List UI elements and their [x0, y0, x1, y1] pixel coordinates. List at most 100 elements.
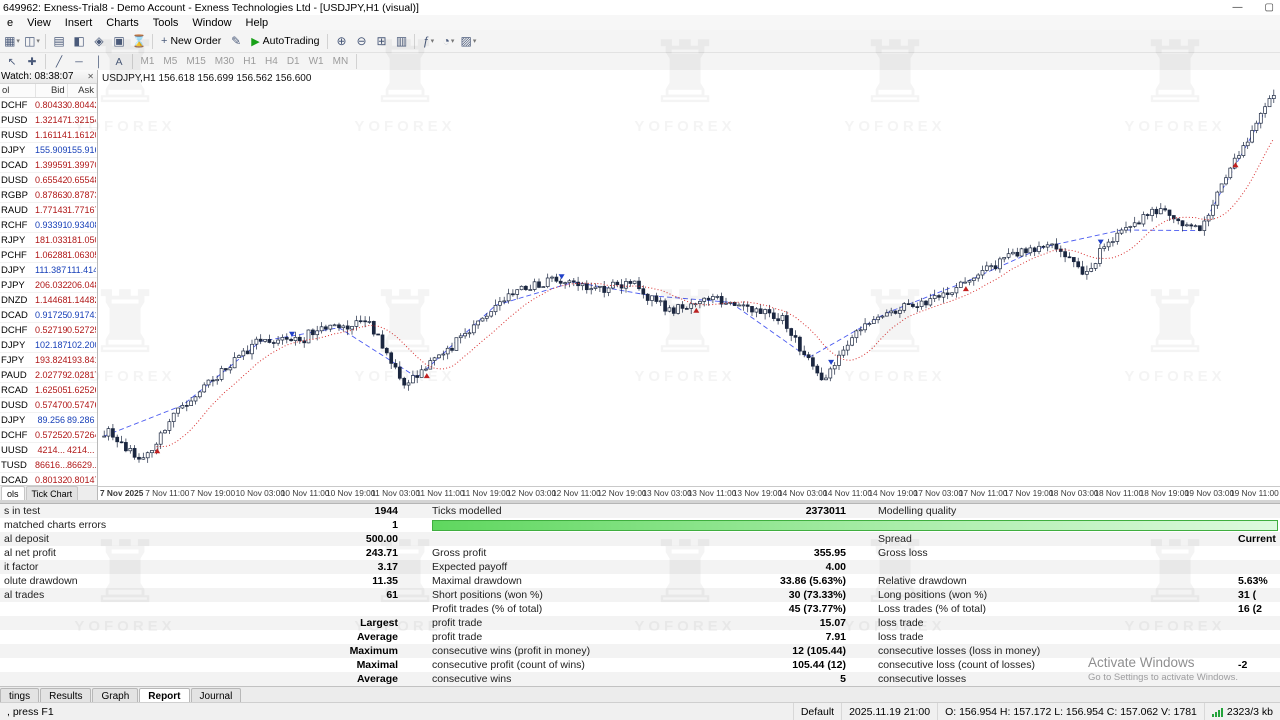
templates-icon[interactable]: ▨▾: [459, 32, 477, 50]
market-watch-row[interactable]: FJPY193.824193.841: [0, 353, 97, 368]
market-watch-row[interactable]: DCAD0.917250.91741: [0, 308, 97, 323]
menu-item-insert[interactable]: Insert: [58, 17, 100, 29]
metaeditor-icon[interactable]: ✎: [227, 32, 245, 50]
minimize-button[interactable]: —: [1233, 0, 1243, 15]
market-watch-row[interactable]: RJPY181.033181.050: [0, 233, 97, 248]
timeframe-h1[interactable]: H1: [239, 55, 261, 69]
crosshair-icon[interactable]: ✚: [23, 55, 41, 69]
timeframe-mn[interactable]: MN: [328, 55, 353, 69]
text-tool-icon[interactable]: A: [110, 55, 128, 69]
timeframe-m30[interactable]: M30: [210, 55, 238, 69]
symbol-cell: DCHF: [0, 325, 35, 336]
market-watch-row[interactable]: UUSD4214...4214...: [0, 443, 97, 458]
cascade-windows-icon[interactable]: ▥: [392, 32, 410, 50]
time-axis-label: 19 Nov 11:00: [1230, 488, 1279, 498]
profiles-icon[interactable]: ◫▾: [23, 32, 41, 50]
toolbar-separator: [45, 34, 46, 49]
market-watch-row[interactable]: RGBP0.878630.87873: [0, 188, 97, 203]
menu-bar: eViewInsertChartsToolsWindowHelp: [0, 15, 1280, 31]
market-watch-row[interactable]: PCHF1.062881.06305: [0, 248, 97, 263]
new-order-button[interactable]: +New Order: [157, 32, 225, 50]
report-value-3: 31 (: [1238, 589, 1256, 601]
symbol-cell: DCAD: [0, 310, 35, 321]
trendline-icon[interactable]: ╱: [50, 55, 68, 69]
symbol-cell: DCAD: [0, 475, 35, 486]
tester-tab-report[interactable]: Report: [139, 688, 189, 703]
timeframe-w1[interactable]: W1: [304, 55, 328, 69]
ask-column-header[interactable]: Ask: [68, 84, 97, 97]
bid-cell: 0.80132: [35, 475, 67, 485]
horizontal-line-icon[interactable]: ─: [70, 55, 88, 69]
tester-tab-results[interactable]: Results: [40, 688, 91, 703]
tester-tab-graph[interactable]: Graph: [92, 688, 138, 703]
time-axis-label: 13 Nov 11:00: [688, 488, 737, 498]
ask-cell: 111.414: [67, 265, 96, 275]
ask-cell: 0.57264: [67, 430, 96, 440]
indicators-icon[interactable]: ƒ▾: [419, 32, 437, 50]
report-value-1: Average: [150, 673, 398, 685]
status-profile[interactable]: Default: [793, 703, 841, 720]
market-watch-row[interactable]: DNZD1.144681.14482: [0, 293, 97, 308]
market-watch-row[interactable]: DCHF0.527190.52725: [0, 323, 97, 338]
market-watch-row[interactable]: DUSD0.574700.57476: [0, 398, 97, 413]
tile-windows-icon[interactable]: ⊞: [372, 32, 390, 50]
terminal-icon[interactable]: ▣: [110, 32, 128, 50]
market-watch-row[interactable]: DUSD0.655420.65548: [0, 173, 97, 188]
timeframe-d1[interactable]: D1: [282, 55, 304, 69]
tester-tab-tings[interactable]: tings: [0, 688, 39, 703]
timeframe-m1[interactable]: M1: [136, 55, 159, 69]
market-watch-row[interactable]: RAUD1.771431.77167: [0, 203, 97, 218]
market-watch-row[interactable]: TUSD86616...86629...: [0, 458, 97, 473]
timeframe-m15[interactable]: M15: [182, 55, 210, 69]
data-window-icon[interactable]: ◧: [70, 32, 88, 50]
market-watch-row[interactable]: DCHF0.804330.80442: [0, 98, 97, 113]
trade-connector-line: [104, 95, 1274, 436]
close-icon[interactable]: ✕: [87, 72, 97, 81]
zoom-out-icon[interactable]: ⊖: [352, 32, 370, 50]
timeframe-m5[interactable]: M5: [159, 55, 182, 69]
time-axis[interactable]: 7 Nov 20257 Nov 11:007 Nov 19:0010 Nov 0…: [98, 486, 1280, 500]
strategy-tester-icon[interactable]: ⌛: [130, 32, 148, 50]
menu-item-window[interactable]: Window: [185, 17, 238, 29]
tester-tab-journal[interactable]: Journal: [191, 688, 242, 703]
report-row: Profit trades (% of total)45 (73.77%)Los…: [0, 602, 1280, 616]
new-chart-icon[interactable]: ▦▾: [3, 32, 21, 50]
market-watch-row[interactable]: DCAD1.399591.39970: [0, 158, 97, 173]
report-value-1: 500.00: [150, 533, 398, 545]
market-watch-icon[interactable]: ▤: [50, 32, 68, 50]
market-watch-row[interactable]: RUSD1.161141.16120: [0, 128, 97, 143]
mt4-window: 649962: Exness-Trial8 - Demo Account - E…: [0, 0, 1280, 720]
market-watch-tab-tick-chart[interactable]: Tick Chart: [26, 486, 79, 500]
ask-cell: 1.16120: [67, 130, 96, 140]
market-watch-row[interactable]: RCAD1.625051.62526: [0, 383, 97, 398]
menu-item-e[interactable]: e: [0, 17, 20, 29]
market-watch-row[interactable]: DJPY102.187102.200: [0, 338, 97, 353]
zoom-in-icon[interactable]: ⊕: [332, 32, 350, 50]
market-watch-row[interactable]: DJPY89.25689.286: [0, 413, 97, 428]
time-axis-label: 14 Nov 03:00: [778, 488, 827, 498]
market-watch-row[interactable]: DCHF0.572520.57264: [0, 428, 97, 443]
market-watch-tab-ols[interactable]: ols: [1, 486, 25, 500]
periods-icon[interactable]: ◔▾: [439, 32, 457, 50]
timeframe-h4[interactable]: H4: [261, 55, 283, 69]
cursor-icon[interactable]: ↖: [3, 55, 21, 69]
navigator-icon[interactable]: ◈: [90, 32, 108, 50]
report-row: Averageconsecutive wins5consecutive loss…: [0, 672, 1280, 686]
market-watch-row[interactable]: DJPY111.387111.414: [0, 263, 97, 278]
menu-item-tools[interactable]: Tools: [146, 17, 186, 29]
market-watch-row[interactable]: PAUD2.027792.02817: [0, 368, 97, 383]
market-watch-row[interactable]: DJPY155.909155.916: [0, 143, 97, 158]
maximize-button[interactable]: ▢: [1265, 0, 1274, 15]
vertical-line-icon[interactable]: │: [90, 55, 108, 69]
menu-item-view[interactable]: View: [20, 17, 58, 29]
market-watch-row[interactable]: RCHF0.933910.93408: [0, 218, 97, 233]
menu-item-help[interactable]: Help: [239, 17, 276, 29]
bid-column-header[interactable]: Bid: [36, 84, 68, 97]
price-chart[interactable]: USDJPY,H1 156.618 156.699 156.562 156.60…: [98, 70, 1280, 500]
menu-item-charts[interactable]: Charts: [99, 17, 145, 29]
symbol-column-header[interactable]: ol: [0, 84, 36, 97]
candlestick-chart[interactable]: [98, 70, 1280, 487]
market-watch-row[interactable]: PUSD1.321471.32154: [0, 113, 97, 128]
autotrading-button[interactable]: ▶AutoTrading: [247, 32, 323, 50]
market-watch-row[interactable]: PJPY206.032206.048: [0, 278, 97, 293]
